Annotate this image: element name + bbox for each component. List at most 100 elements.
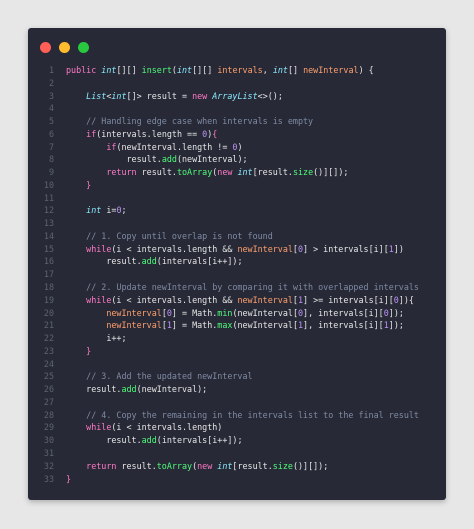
code-token: add [141, 435, 157, 446]
line-number: 4 [48, 103, 54, 114]
code-line: 23 } [28, 345, 446, 358]
line-number: 12 [43, 205, 54, 216]
code-token: []> result = [126, 90, 193, 101]
code-text: // 1. Copy until overlap is not found [66, 230, 273, 243]
maximize-button[interactable] [78, 42, 89, 53]
code-token: newInterval [237, 294, 293, 305]
code-line: 8 result.add(newInterval); [28, 153, 446, 166]
code-token: ()][]); [313, 167, 349, 178]
code-line: 15 while(i < intervals.length && newInte… [28, 243, 446, 256]
code-token: [result. [232, 460, 273, 471]
code-token: i= [106, 205, 117, 216]
line-number: 25 [43, 371, 54, 382]
code-token: [][] [116, 65, 142, 75]
line-number: 31 [43, 447, 54, 458]
code-token: newInterval [106, 307, 162, 318]
close-button[interactable] [40, 42, 51, 53]
line-number: 5 [48, 116, 54, 127]
code-line: 16 result.add(intervals[i++]); [28, 255, 446, 268]
code-text: newInterval[1] = Math.max(newInterval[1]… [66, 319, 404, 332]
code-text: return result.toArray(new int[result.siz… [66, 166, 348, 179]
code-line: 14 // 1. Copy until overlap is not found [28, 230, 446, 243]
code-line: 9 return result.toArray(new int[result.s… [28, 166, 446, 179]
code-token: ], intervals[i][ [303, 307, 384, 318]
code-token: [] [287, 65, 304, 75]
code-line: 33} [28, 473, 446, 486]
code-token: result. [66, 384, 122, 395]
code-line: 13 [28, 217, 446, 230]
code-token: toArray [156, 460, 193, 471]
window-titlebar [28, 28, 446, 64]
code-token: int [237, 167, 253, 178]
code-token: toArray [176, 167, 213, 178]
code-token: { [212, 128, 218, 139]
code-token: while [86, 243, 112, 254]
code-token: if [106, 141, 117, 152]
code-token: newInterval [237, 243, 293, 254]
code-token: [][] [192, 65, 218, 75]
code-token: (newInterval[ [232, 320, 298, 331]
code-editor: 1 public int[][] insert(int[][] intervals… [28, 64, 446, 485]
line-number: 1 [48, 65, 54, 75]
code-text: } [66, 179, 91, 192]
line-number: 22 [43, 333, 54, 344]
code-token: ]) [393, 243, 404, 254]
code-token: ()][]); [292, 460, 329, 471]
line-number: 23 [43, 345, 54, 356]
code-line: 6 if(intervals.length == 0){ [28, 128, 446, 141]
code-token: (newInterval); [136, 384, 208, 395]
code-token: [result. [252, 167, 293, 178]
code-text: while(i < intervals.length && newInterva… [66, 294, 414, 307]
code-token: ] = Math. [171, 320, 218, 331]
code-token: (newInterval); [176, 154, 248, 165]
line-number: 8 [48, 154, 54, 165]
code-token: insert [141, 65, 172, 75]
code-text: List<int[]> result = new ArrayList<>(); [66, 90, 283, 103]
code-token: <>(); [257, 90, 283, 101]
minimize-button[interactable] [59, 42, 70, 53]
code-line: 26 result.add(newInterval); [28, 383, 446, 396]
code-line: 3 List<int[]> result = new ArrayList<>()… [28, 90, 446, 103]
code-text: return result.toArray(new int[result.siz… [66, 460, 328, 473]
code-token: } [66, 473, 72, 484]
code-token: ] > intervals[i][ [303, 243, 389, 254]
line-number: 7 [48, 141, 54, 152]
code-token: public [66, 65, 102, 75]
code-line: 2 [28, 77, 446, 90]
code-line: 19 while(i < intervals.length && newInte… [28, 294, 446, 307]
code-line: 24 [28, 358, 446, 371]
code-token: (newInterval.length != [116, 141, 233, 152]
code-token: ) { [358, 65, 374, 75]
line-number: 3 [48, 90, 54, 101]
code-text: while(i < intervals.length) [66, 421, 222, 434]
code-token: add [141, 256, 157, 267]
code-token: int [272, 65, 288, 75]
line-number: 21 [43, 320, 54, 331]
code-token: ] >= intervals[i][ [303, 294, 394, 305]
code-token: if [86, 128, 97, 139]
code-token: min [217, 307, 233, 318]
line-number: 9 [48, 167, 54, 178]
code-token: ]); [388, 307, 404, 318]
code-token: result. [66, 154, 162, 165]
code-text: // 2. Update newInterval by comparing it… [66, 281, 419, 294]
code-token: (newInterval[ [232, 307, 298, 318]
code-token: newInterval [106, 320, 162, 331]
code-text: newInterval[0] = Math.min(newInterval[0]… [66, 307, 404, 320]
code-line: 30 result.add(intervals[i++]); [28, 434, 446, 447]
line-number: 17 [43, 269, 54, 280]
line-number: 14 [43, 230, 54, 241]
code-text: } [66, 345, 91, 358]
code-token: // 4. Copy the remaining in the interval… [86, 409, 419, 420]
code-token: ) [237, 141, 243, 152]
code-text: } [66, 473, 71, 486]
line-number: 15 [43, 243, 54, 254]
